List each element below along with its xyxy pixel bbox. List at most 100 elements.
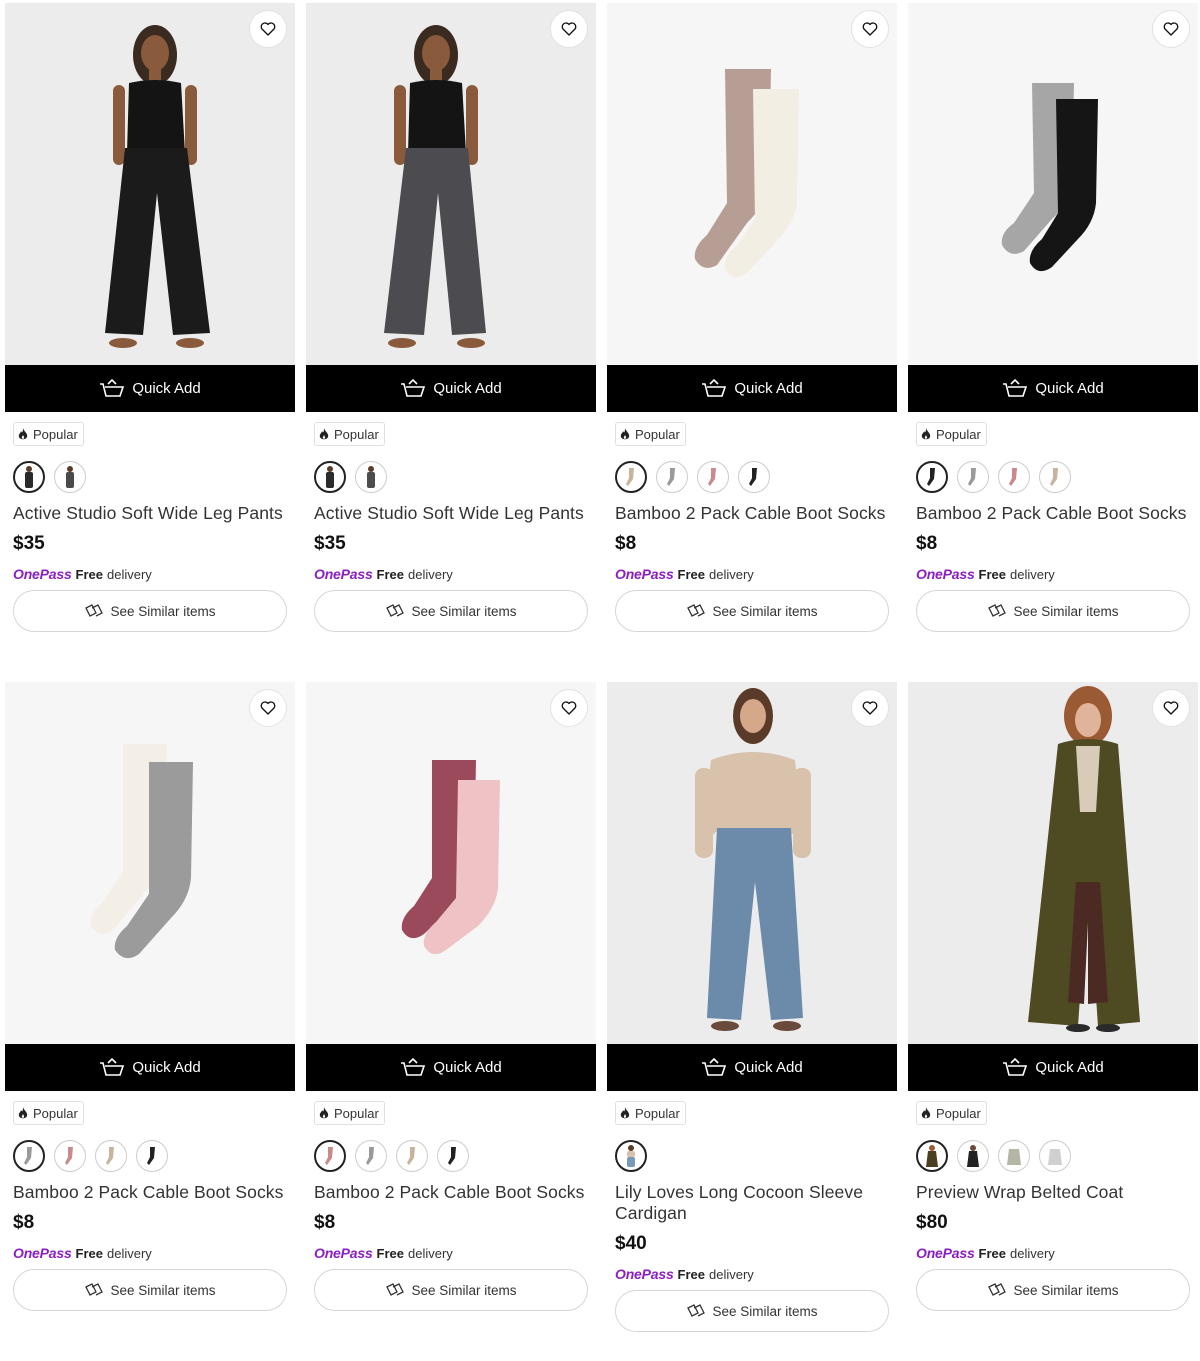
color-swatch[interactable] [957, 461, 989, 493]
onepass-delivery: OnePass Free delivery [13, 566, 287, 582]
basket-icon [701, 1057, 727, 1078]
onepass-delivery: OnePass Free delivery [916, 566, 1190, 582]
product-title[interactable]: Bamboo 2 Pack Cable Boot Socks [13, 1182, 287, 1203]
product-price: $35 [314, 533, 346, 554]
product-title[interactable]: Bamboo 2 Pack Cable Boot Socks [916, 503, 1190, 524]
color-swatch[interactable] [615, 461, 647, 493]
product-title[interactable]: Preview Wrap Belted Coat [916, 1182, 1190, 1203]
see-similar-button[interactable]: See Similar items [615, 590, 889, 632]
color-swatch[interactable] [54, 1140, 86, 1172]
quick-add-label: Quick Add [132, 380, 201, 397]
see-similar-button[interactable]: See Similar items [615, 1290, 889, 1332]
product-card[interactable]: Quick Add Popular Preview Wrap Belted Co… [908, 682, 1198, 1361]
color-swatch[interactable] [1039, 1140, 1071, 1172]
quick-add-button[interactable]: Quick Add [306, 1044, 596, 1091]
flame-icon [18, 427, 28, 441]
quick-add-button[interactable]: Quick Add [5, 365, 295, 412]
wishlist-heart-icon[interactable] [851, 10, 889, 48]
quick-add-button[interactable]: Quick Add [908, 365, 1198, 412]
product-title[interactable]: Lily Loves Long Cocoon Sleeve Cardigan [615, 1182, 889, 1224]
color-swatch[interactable] [95, 1140, 127, 1172]
see-similar-button[interactable]: See Similar items [314, 590, 588, 632]
quick-add-button[interactable]: Quick Add [306, 365, 596, 412]
similar-icon [385, 1282, 405, 1298]
product-image-model-grey-pants[interactable] [306, 3, 596, 365]
quick-add-button[interactable]: Quick Add [607, 1044, 897, 1091]
see-similar-label: See Similar items [411, 603, 517, 619]
product-card[interactable]: Quick Add Popular Bamboo 2 Pack Cable Bo… [306, 682, 596, 1361]
product-card[interactable]: Quick Add Popular Bamboo 2 Pack Cable Bo… [607, 3, 897, 682]
see-similar-button[interactable]: See Similar items [916, 1269, 1190, 1311]
onepass-delivery: OnePass Free delivery [314, 1245, 588, 1261]
color-swatch[interactable] [656, 461, 688, 493]
see-similar-label: See Similar items [110, 1282, 216, 1298]
color-swatch[interactable] [54, 461, 86, 493]
quick-add-button[interactable]: Quick Add [5, 1044, 295, 1091]
color-swatch[interactable] [738, 461, 770, 493]
product-title[interactable]: Bamboo 2 Pack Cable Boot Socks [314, 1182, 588, 1203]
color-swatch[interactable] [355, 1140, 387, 1172]
free-label: Free [75, 567, 103, 582]
color-swatch[interactable] [998, 1140, 1030, 1172]
popular-badge: Popular [314, 422, 385, 446]
color-swatch[interactable] [697, 461, 729, 493]
color-swatch[interactable] [355, 461, 387, 493]
delivery-label: delivery [107, 1246, 152, 1261]
color-swatches [615, 1140, 889, 1172]
see-similar-button[interactable]: See Similar items [13, 1269, 287, 1311]
quick-add-label: Quick Add [734, 1059, 803, 1076]
wishlist-heart-icon[interactable] [550, 10, 588, 48]
color-swatch[interactable] [916, 461, 948, 493]
product-image-socks-cream-grey[interactable] [5, 682, 295, 1044]
product-card[interactable]: Quick Add Popular Bamboo 2 Pack Cable Bo… [908, 3, 1198, 682]
onepass-logo: OnePass [615, 566, 674, 582]
color-swatch[interactable] [314, 461, 346, 493]
product-card[interactable]: Quick Add Popular Bamboo 2 Pack Cable Bo… [5, 682, 295, 1361]
free-label: Free [376, 567, 404, 582]
product-image-socks-grey-black[interactable] [908, 3, 1198, 365]
product-title[interactable]: Active Studio Soft Wide Leg Pants [13, 503, 287, 524]
product-image-model-olive-coat[interactable] [908, 682, 1198, 1044]
product-card[interactable]: Quick Add Popular Lily Loves Long Cocoon… [607, 682, 897, 1361]
product-price: $8 [314, 1212, 336, 1233]
product-image-model-black-pants[interactable] [5, 3, 295, 365]
wishlist-heart-icon[interactable] [1152, 689, 1190, 727]
popular-label: Popular [936, 426, 981, 442]
wishlist-heart-icon[interactable] [851, 689, 889, 727]
wishlist-heart-icon[interactable] [249, 689, 287, 727]
product-title[interactable]: Active Studio Soft Wide Leg Pants [314, 503, 588, 524]
color-swatch[interactable] [916, 1140, 948, 1172]
quick-add-button[interactable]: Quick Add [607, 365, 897, 412]
see-similar-button[interactable]: See Similar items [314, 1269, 588, 1311]
color-swatch[interactable] [13, 461, 45, 493]
product-card[interactable]: Quick Add Popular Active Studio Soft Wid… [306, 3, 596, 682]
product-card[interactable]: Quick Add Popular Active Studio Soft Wid… [5, 3, 295, 682]
color-swatch[interactable] [396, 1140, 428, 1172]
see-similar-button[interactable]: See Similar items [13, 590, 287, 632]
flame-icon [620, 427, 630, 441]
popular-label: Popular [334, 426, 379, 442]
color-swatch[interactable] [615, 1140, 647, 1172]
color-swatches [314, 1140, 588, 1172]
color-swatch[interactable] [314, 1140, 346, 1172]
product-image-socks-berry-pink[interactable] [306, 682, 596, 1044]
see-similar-button[interactable]: See Similar items [916, 590, 1190, 632]
product-image-model-beige-cardigan[interactable] [607, 682, 897, 1044]
color-swatch[interactable] [1039, 461, 1071, 493]
wishlist-heart-icon[interactable] [1152, 10, 1190, 48]
color-swatch[interactable] [957, 1140, 989, 1172]
color-swatch[interactable] [998, 461, 1030, 493]
wishlist-heart-icon[interactable] [249, 10, 287, 48]
quick-add-button[interactable]: Quick Add [908, 1044, 1198, 1091]
color-swatch[interactable] [437, 1140, 469, 1172]
popular-label: Popular [635, 1105, 680, 1121]
color-swatch[interactable] [13, 1140, 45, 1172]
product-title[interactable]: Bamboo 2 Pack Cable Boot Socks [615, 503, 889, 524]
delivery-label: delivery [709, 567, 754, 582]
color-swatch[interactable] [136, 1140, 168, 1172]
onepass-delivery: OnePass Free delivery [314, 566, 588, 582]
product-image-socks-mauve-cream[interactable] [607, 3, 897, 365]
wishlist-heart-icon[interactable] [550, 689, 588, 727]
color-swatches [314, 461, 588, 493]
flame-icon [620, 1106, 630, 1120]
